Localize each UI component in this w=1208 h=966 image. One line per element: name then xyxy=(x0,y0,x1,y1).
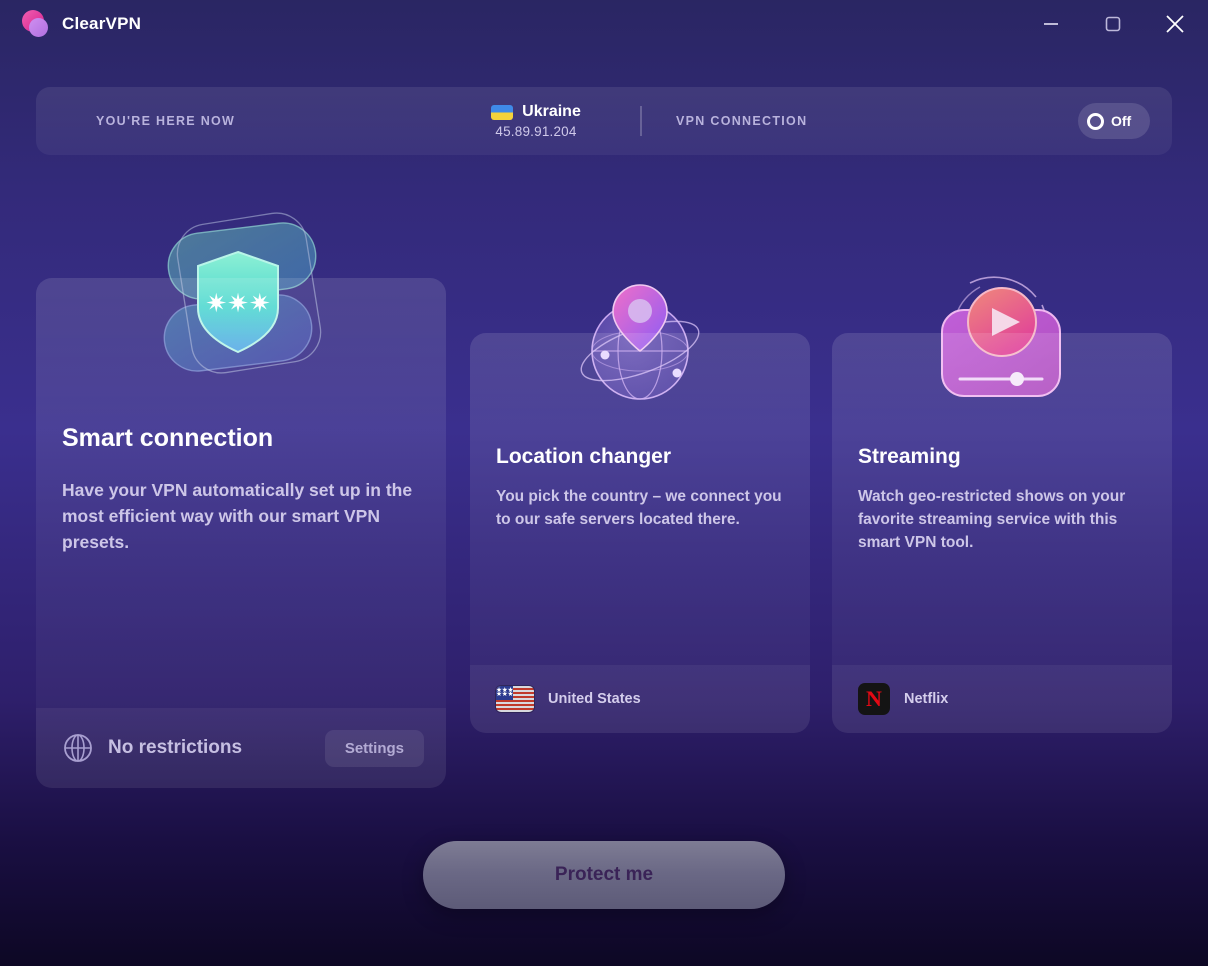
app-title: ClearVPN xyxy=(62,14,142,33)
clearvpn-logo-icon xyxy=(22,10,50,38)
status-divider xyxy=(640,106,642,136)
vpn-connection-label: VPN CONNECTION xyxy=(676,114,808,128)
status-bar: YOU'RE HERE NOW Ukraine 45.89.91.204 VPN… xyxy=(36,87,1172,155)
youre-here-now-label: YOU'RE HERE NOW xyxy=(96,114,236,128)
card-footer-label: Netflix xyxy=(904,691,949,707)
card-description: Watch geo-restricted shows on your favor… xyxy=(858,488,1126,551)
united-states-flag-icon: ★★★ ★★★ xyxy=(496,686,534,712)
card-description: You pick the country – we connect you to… xyxy=(496,488,782,528)
maximize-button[interactable] xyxy=(1094,5,1132,43)
card-smart-connection[interactable]: Smart connection Have your VPN automatic… xyxy=(36,278,446,788)
globe-icon xyxy=(62,732,94,764)
window-controls xyxy=(1032,0,1194,48)
toggle-knob-icon xyxy=(1087,112,1104,130)
card-location-changer[interactable]: Location changer You pick the country – … xyxy=(470,333,810,733)
netflix-logo-glyph: N xyxy=(858,683,890,715)
card-title: Smart connection xyxy=(62,424,274,452)
card-streaming[interactable]: Streaming Watch geo-restricted shows on … xyxy=(832,333,1172,733)
protect-me-button[interactable]: Protect me xyxy=(423,841,785,909)
netflix-icon: N xyxy=(858,683,890,715)
title-bar: ClearVPN xyxy=(0,0,1208,48)
ukraine-flag-icon xyxy=(491,104,514,120)
current-country: Ukraine xyxy=(522,103,581,120)
app-brand: ClearVPN xyxy=(22,10,141,38)
card-footer: ★★★ ★★★ United States xyxy=(470,665,810,733)
settings-button[interactable]: Settings xyxy=(324,730,424,767)
card-footer-label: United States xyxy=(548,691,641,707)
current-ip-address: 45.89.91.204 xyxy=(495,124,577,139)
card-footer: N Netflix xyxy=(832,665,1172,733)
vpn-connection-toggle[interactable]: Off xyxy=(1078,103,1150,139)
card-description: Have your VPN automatically set up in th… xyxy=(62,480,413,552)
card-title: Streaming xyxy=(858,445,961,468)
toggle-state-label: Off xyxy=(1111,113,1132,129)
card-footer: No restrictions Settings xyxy=(36,708,446,788)
minimize-button[interactable] xyxy=(1032,5,1070,43)
card-title: Location changer xyxy=(496,445,672,468)
current-location: Ukraine 45.89.91.204 xyxy=(436,87,636,155)
card-footer-label: No restrictions xyxy=(108,737,243,758)
close-button[interactable] xyxy=(1156,5,1194,43)
